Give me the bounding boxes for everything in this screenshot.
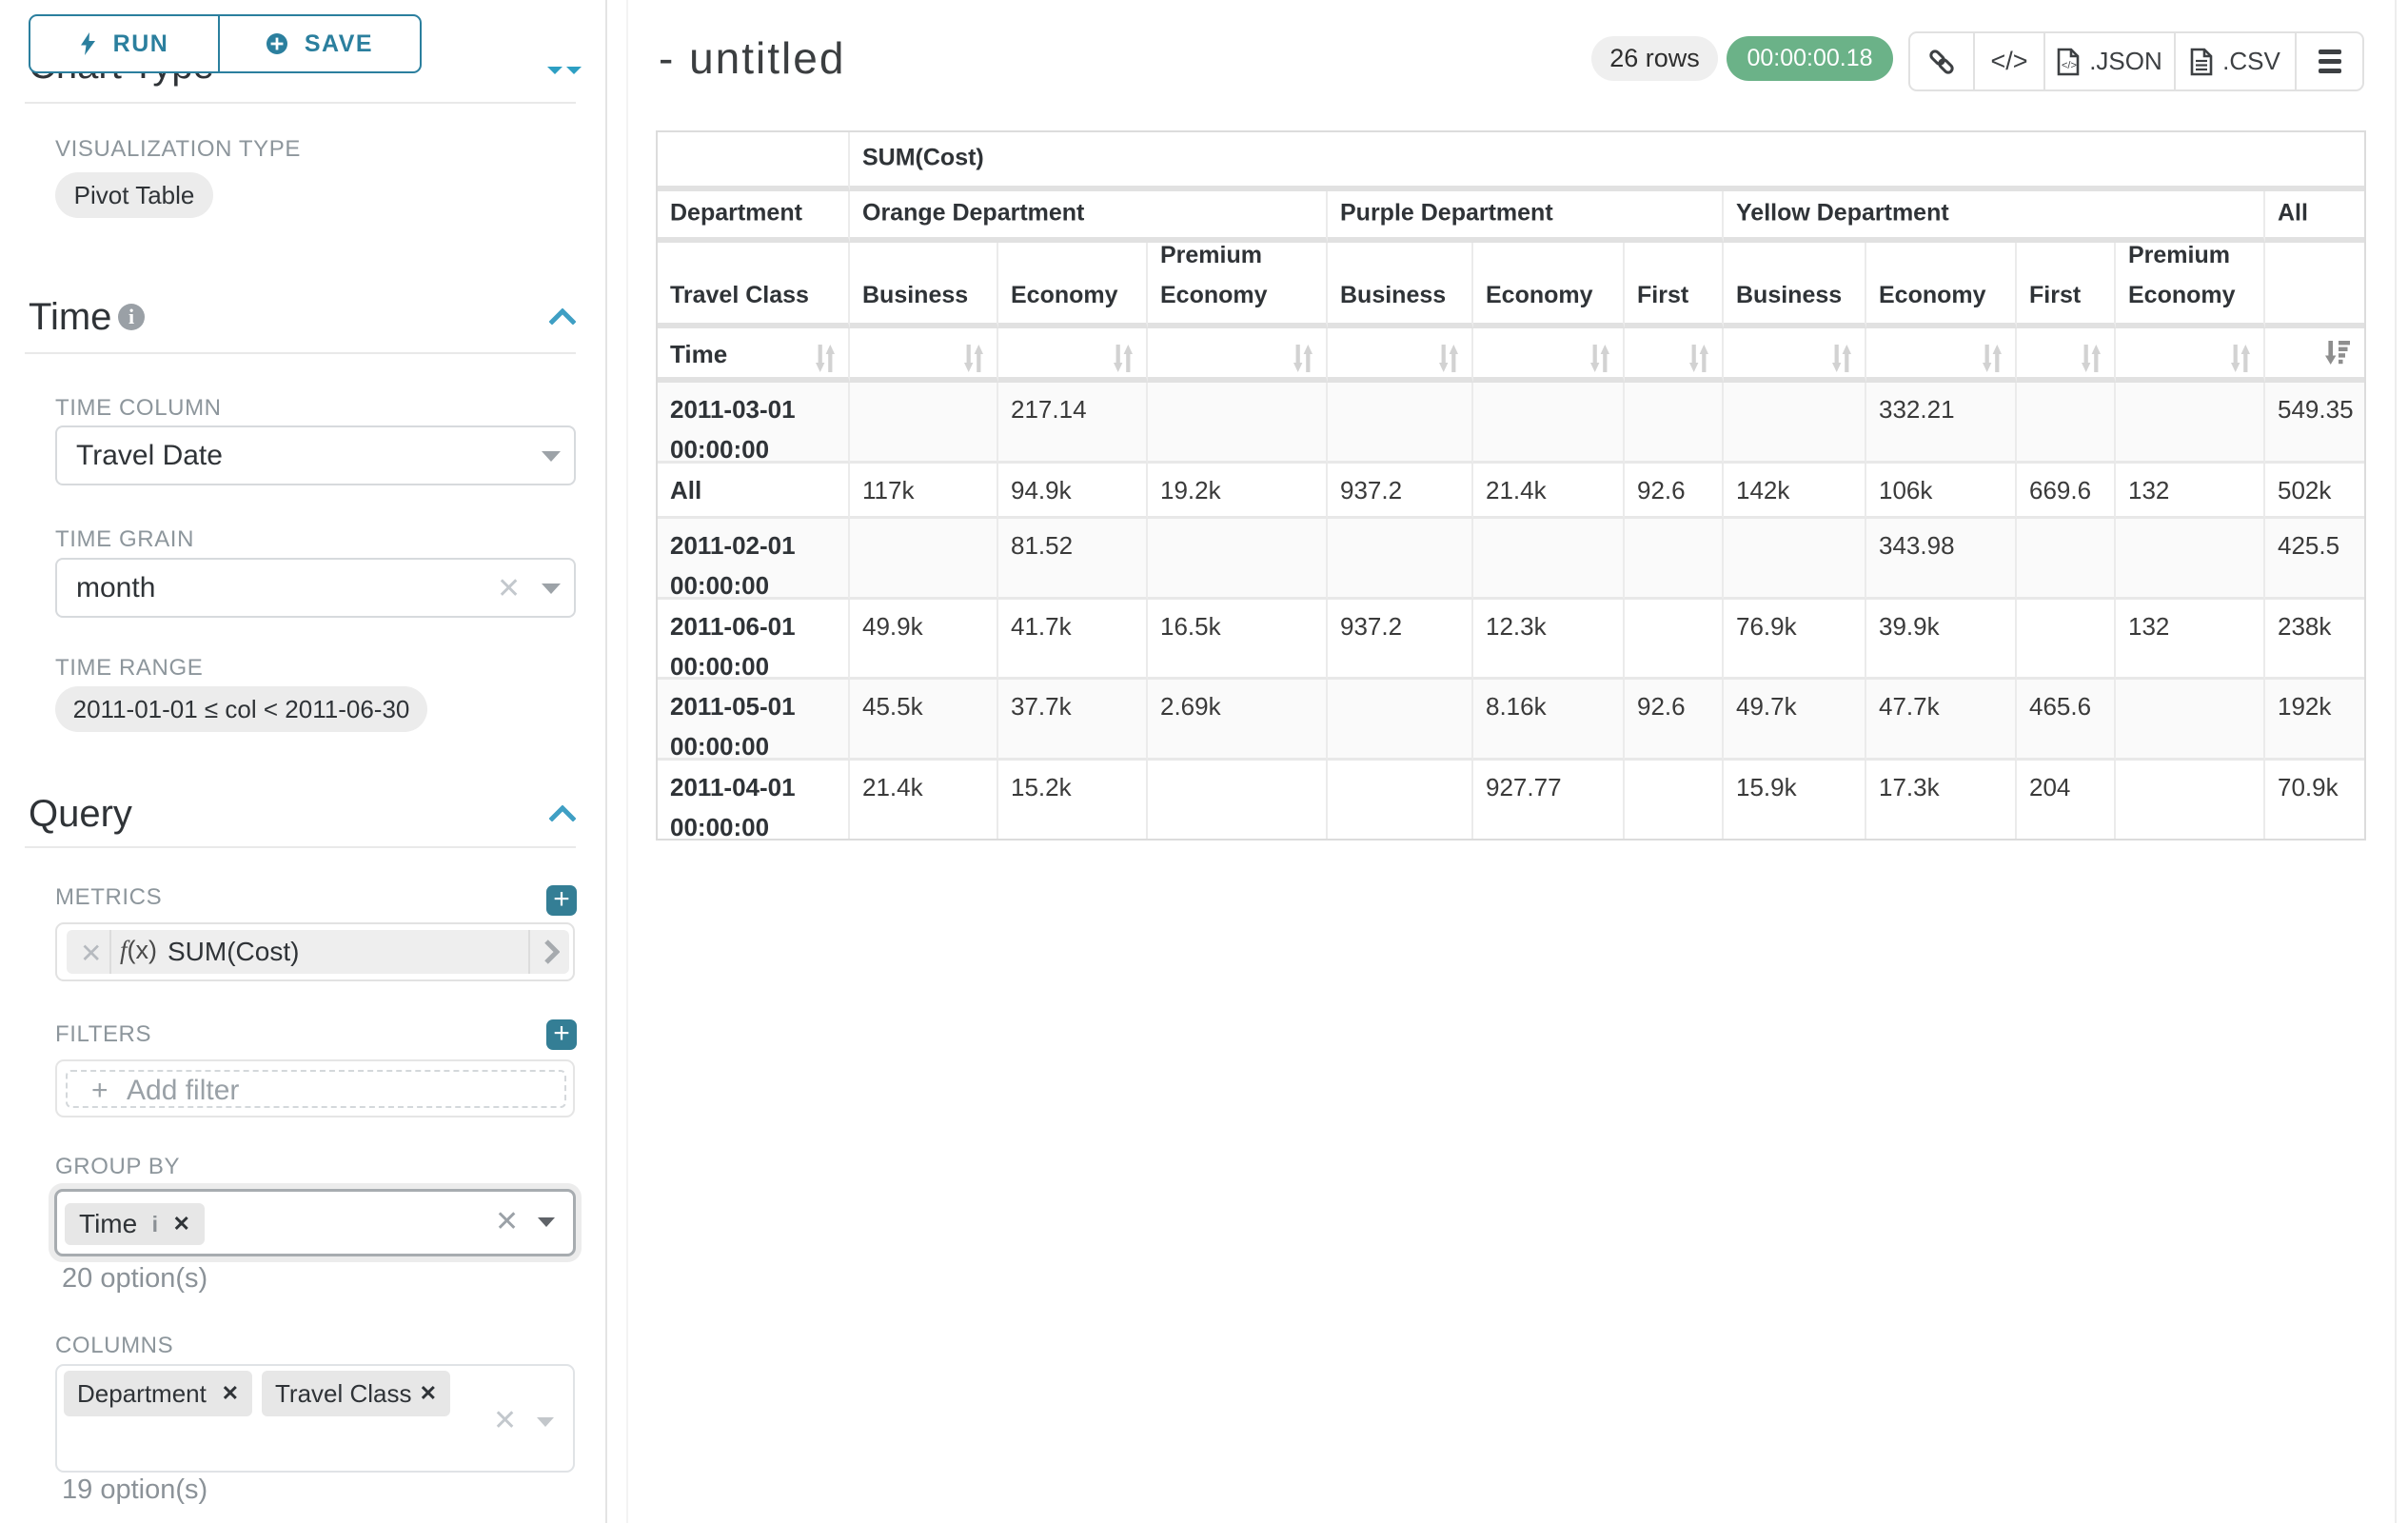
svg-text:</>: </>: [2062, 60, 2077, 71]
